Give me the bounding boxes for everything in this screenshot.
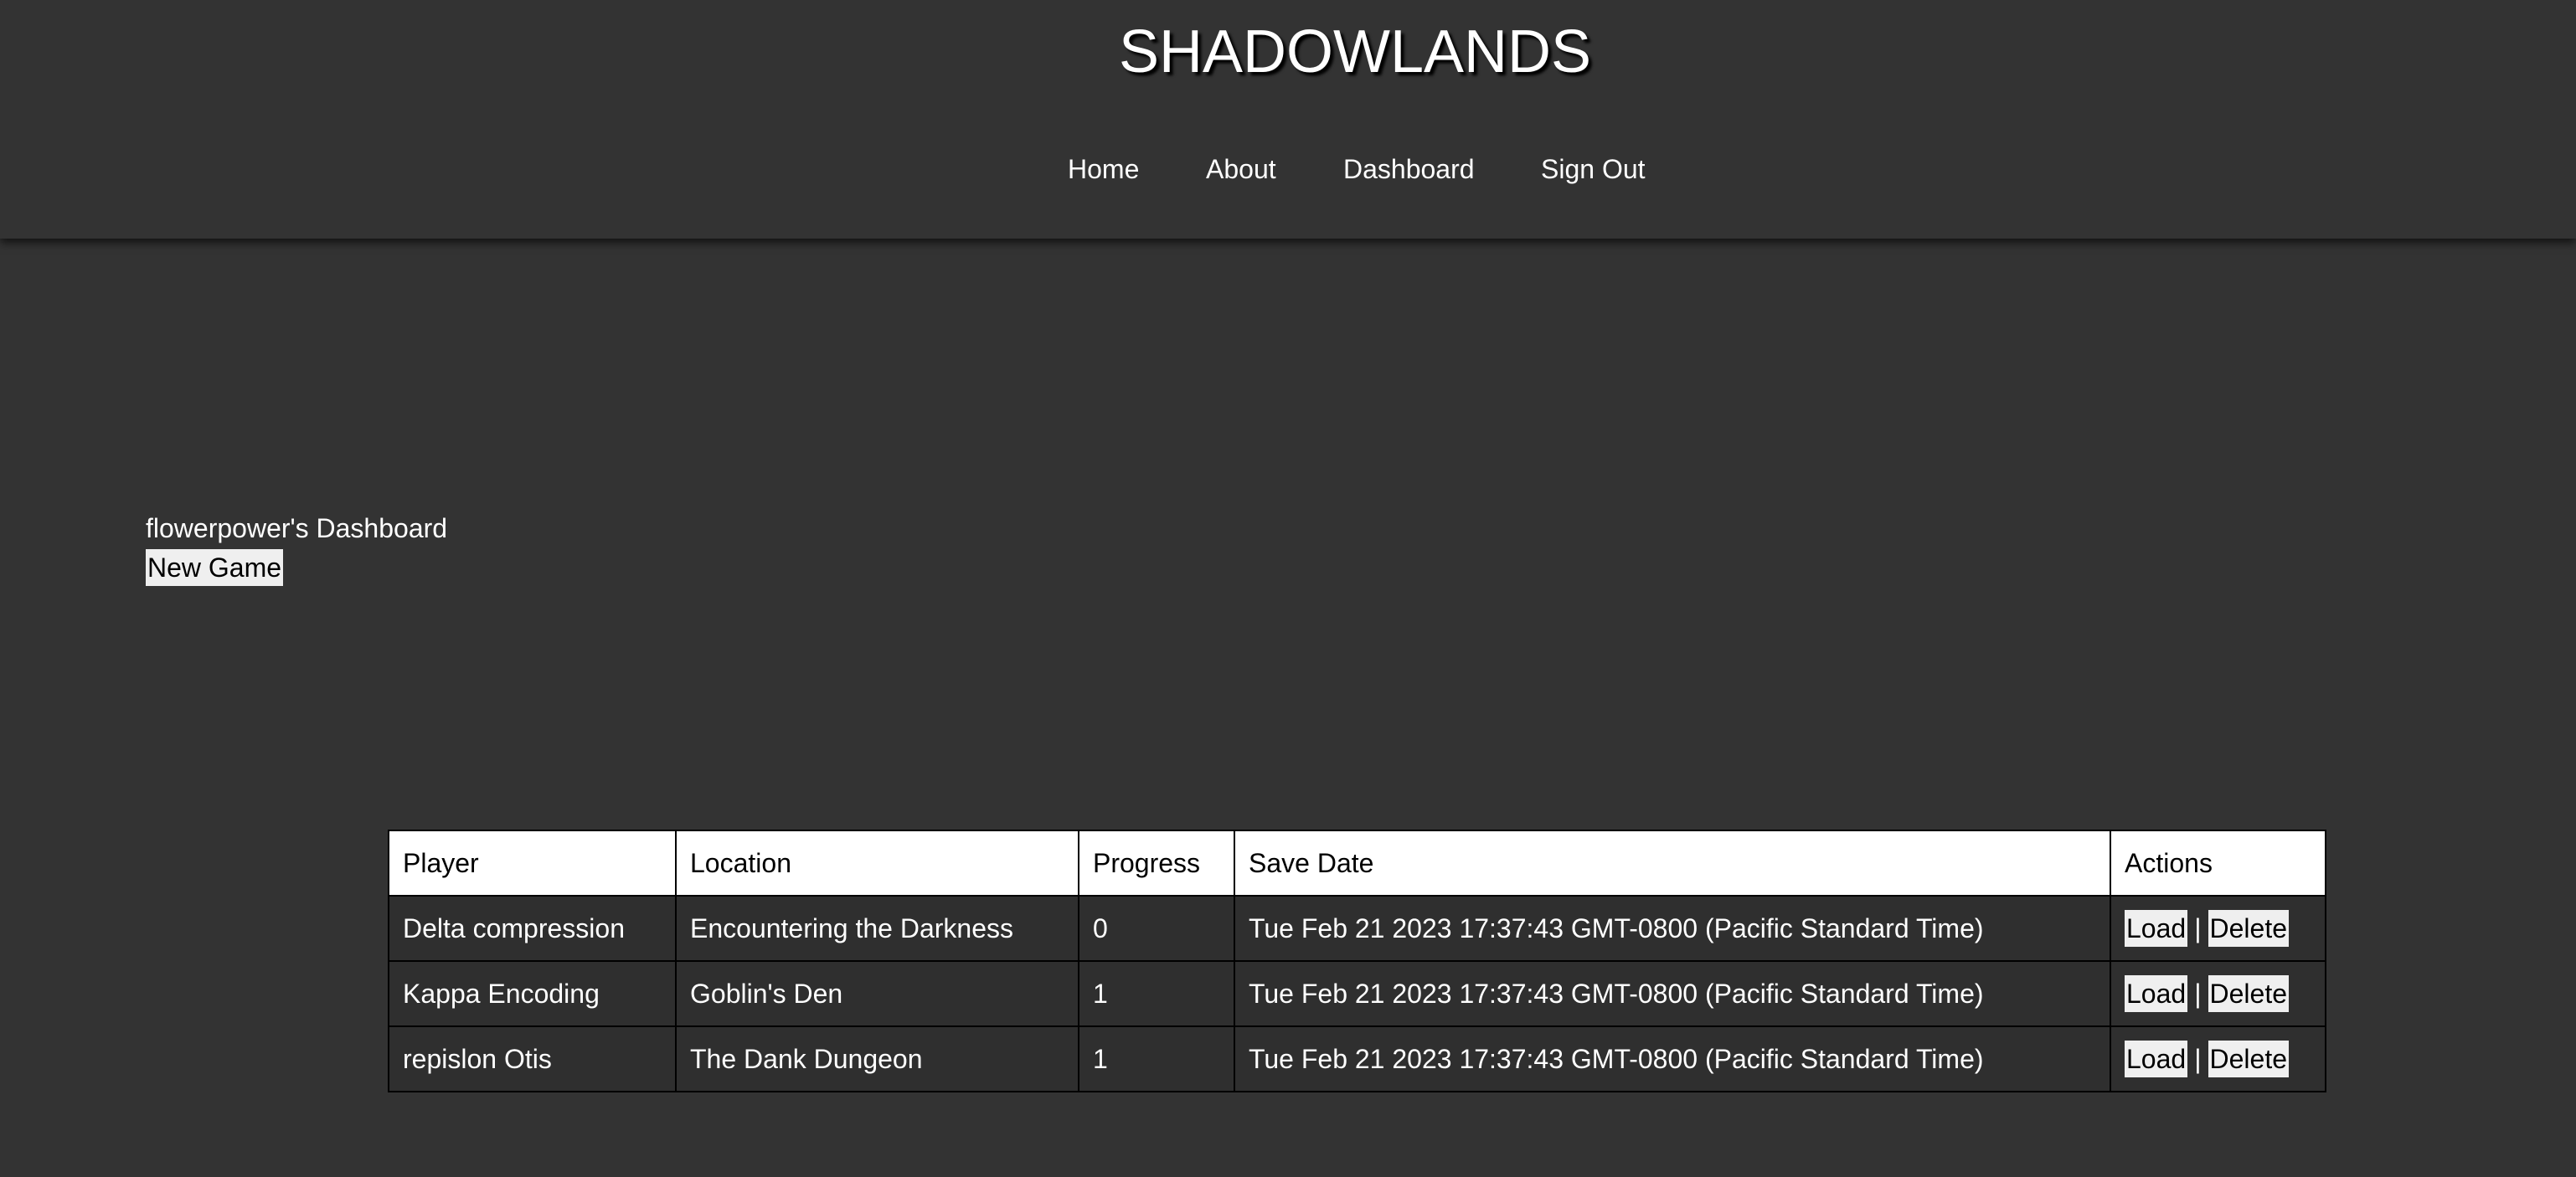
- actions-cell: Load | Delete: [2110, 960, 2326, 1027]
- actions-cell: Load | Delete: [2110, 895, 2326, 962]
- column-header-progress: Progress: [1078, 830, 1235, 897]
- location-cell: Goblin's Den: [675, 960, 1079, 1027]
- nav-home-link[interactable]: Home: [1068, 151, 1139, 188]
- delete-button[interactable]: Delete: [2208, 975, 2289, 1012]
- nav-dashboard-link[interactable]: Dashboard: [1343, 151, 1475, 188]
- nav-sign-out-link[interactable]: Sign Out: [1541, 151, 1646, 188]
- dashboard-title: flowerpower's Dashboard: [146, 513, 448, 543]
- progress-cell: 1: [1078, 1025, 1235, 1092]
- action-separator: |: [2194, 1044, 2202, 1074]
- site-title: SHADOWLANDS: [1118, 18, 1592, 85]
- player-cell: Kappa Encoding: [388, 960, 677, 1027]
- location-cell: Encountering the Darkness: [675, 895, 1079, 962]
- location-cell: The Dank Dungeon: [675, 1025, 1079, 1092]
- table-row: Delta compression Encountering the Darkn…: [388, 895, 2326, 962]
- progress-cell: 0: [1078, 895, 1235, 962]
- save-date-cell: Tue Feb 21 2023 17:37:43 GMT-0800 (Pacif…: [1234, 1025, 2111, 1092]
- main-nav: Home About Dashboard Sign Out: [0, 151, 2576, 188]
- table-header-row: Player Location Progress Save Date Actio…: [388, 830, 2326, 897]
- column-header-location: Location: [675, 830, 1079, 897]
- column-header-save-date: Save Date: [1234, 830, 2111, 897]
- saved-games-table: Player Location Progress Save Date Actio…: [388, 830, 2326, 1092]
- load-button[interactable]: Load: [2125, 975, 2188, 1012]
- load-button[interactable]: Load: [2125, 1041, 2188, 1077]
- load-button[interactable]: Load: [2125, 910, 2188, 947]
- site-header: SHADOWLANDS Home About Dashboard Sign Ou…: [0, 0, 2576, 239]
- delete-button[interactable]: Delete: [2208, 910, 2289, 947]
- table-row: repislon Otis The Dank Dungeon 1 Tue Feb…: [388, 1025, 2326, 1092]
- nav-about-link[interactable]: About: [1206, 151, 1276, 188]
- action-separator: |: [2194, 913, 2202, 943]
- table-row: Kappa Encoding Goblin's Den 1 Tue Feb 21…: [388, 960, 2326, 1027]
- player-cell: repislon Otis: [388, 1025, 677, 1092]
- column-header-actions: Actions: [2110, 830, 2326, 897]
- delete-button[interactable]: Delete: [2208, 1041, 2289, 1077]
- actions-cell: Load | Delete: [2110, 1025, 2326, 1092]
- save-date-cell: Tue Feb 21 2023 17:37:43 GMT-0800 (Pacif…: [1234, 960, 2111, 1027]
- column-header-player: Player: [388, 830, 677, 897]
- progress-cell: 1: [1078, 960, 1235, 1027]
- new-game-button[interactable]: New Game: [146, 549, 284, 586]
- action-separator: |: [2194, 979, 2202, 1009]
- player-cell: Delta compression: [388, 895, 677, 962]
- save-date-cell: Tue Feb 21 2023 17:37:43 GMT-0800 (Pacif…: [1234, 895, 2111, 962]
